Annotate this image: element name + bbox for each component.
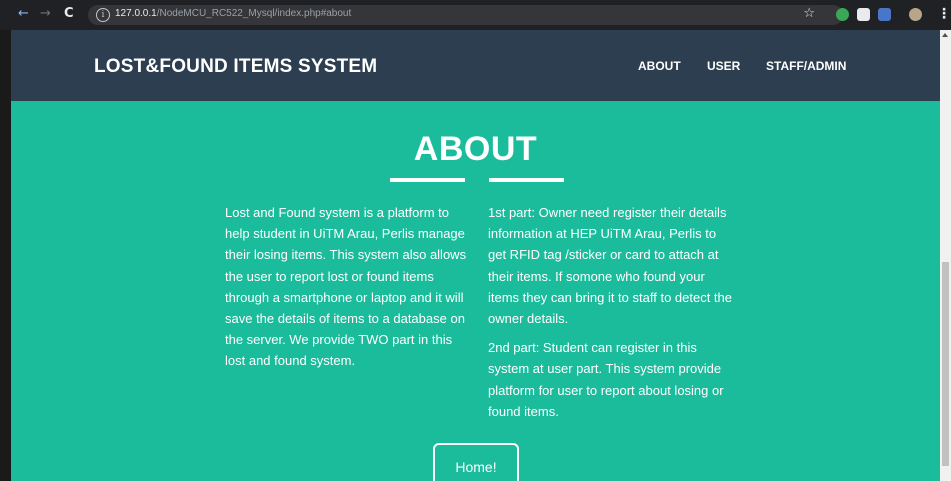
site-brand[interactable]: LOST&FOUND ITEMS SYSTEM — [94, 56, 377, 78]
extension-camera-icon[interactable] — [857, 8, 870, 21]
about-heading: ABOUT — [413, 130, 538, 168]
nav-about-link[interactable]: ABOUT — [638, 59, 681, 73]
address-bar[interactable]: i 127.0.0.1/NodeMCU_RC522_Mysql/index.ph… — [88, 5, 843, 25]
about-left-paragraph: Lost and Found system is a platform to h… — [225, 205, 467, 369]
reload-icon[interactable]: C — [64, 6, 74, 21]
site-info-icon[interactable]: i — [96, 8, 110, 22]
address-url[interactable]: 127.0.0.1/NodeMCU_RC522_Mysql/index.php#… — [115, 8, 351, 19]
extension-green-icon[interactable] — [836, 8, 849, 21]
back-arrow-icon[interactable]: ← — [18, 6, 29, 21]
url-path: /NodeMCU_RC522_Mysql/index.php#about — [156, 8, 352, 19]
nav-staff-admin-link[interactable]: STAFF/ADMIN — [766, 59, 846, 73]
heading-divider-left — [390, 178, 465, 182]
about-left-column: Lost and Found system is a platform to h… — [225, 202, 470, 372]
site-navbar: LOST&FOUND ITEMS SYSTEM ABOUT USER STAFF… — [11, 30, 940, 101]
browser-toolbar: ← → C i 127.0.0.1/NodeMCU_RC522_Mysql/in… — [0, 0, 951, 30]
bookmark-star-icon[interactable]: ☆ — [803, 6, 815, 21]
browser-menu-icon[interactable]: ⋮ — [937, 6, 951, 22]
scroll-thumb[interactable] — [942, 262, 949, 466]
page-viewport: LOST&FOUND ITEMS SYSTEM ABOUT USER STAFF… — [11, 30, 940, 481]
about-right-column: 1st part: Owner need register their deta… — [488, 202, 733, 422]
nav-user-link[interactable]: USER — [707, 59, 740, 73]
url-host: 127.0.0.1 — [115, 8, 157, 19]
extension-blue-icon[interactable] — [878, 8, 891, 21]
forward-arrow-icon[interactable]: → — [40, 6, 51, 21]
scroll-up-arrow-icon[interactable] — [942, 33, 948, 37]
home-button[interactable]: Home! — [433, 443, 519, 481]
about-part-two-paragraph: 2nd part: Student can register in this s… — [488, 340, 724, 419]
heading-divider-right — [489, 178, 564, 182]
about-part-one-paragraph: 1st part: Owner need register their deta… — [488, 205, 733, 327]
profile-avatar-icon[interactable] — [909, 8, 922, 21]
page-scrollbar[interactable] — [940, 30, 951, 481]
